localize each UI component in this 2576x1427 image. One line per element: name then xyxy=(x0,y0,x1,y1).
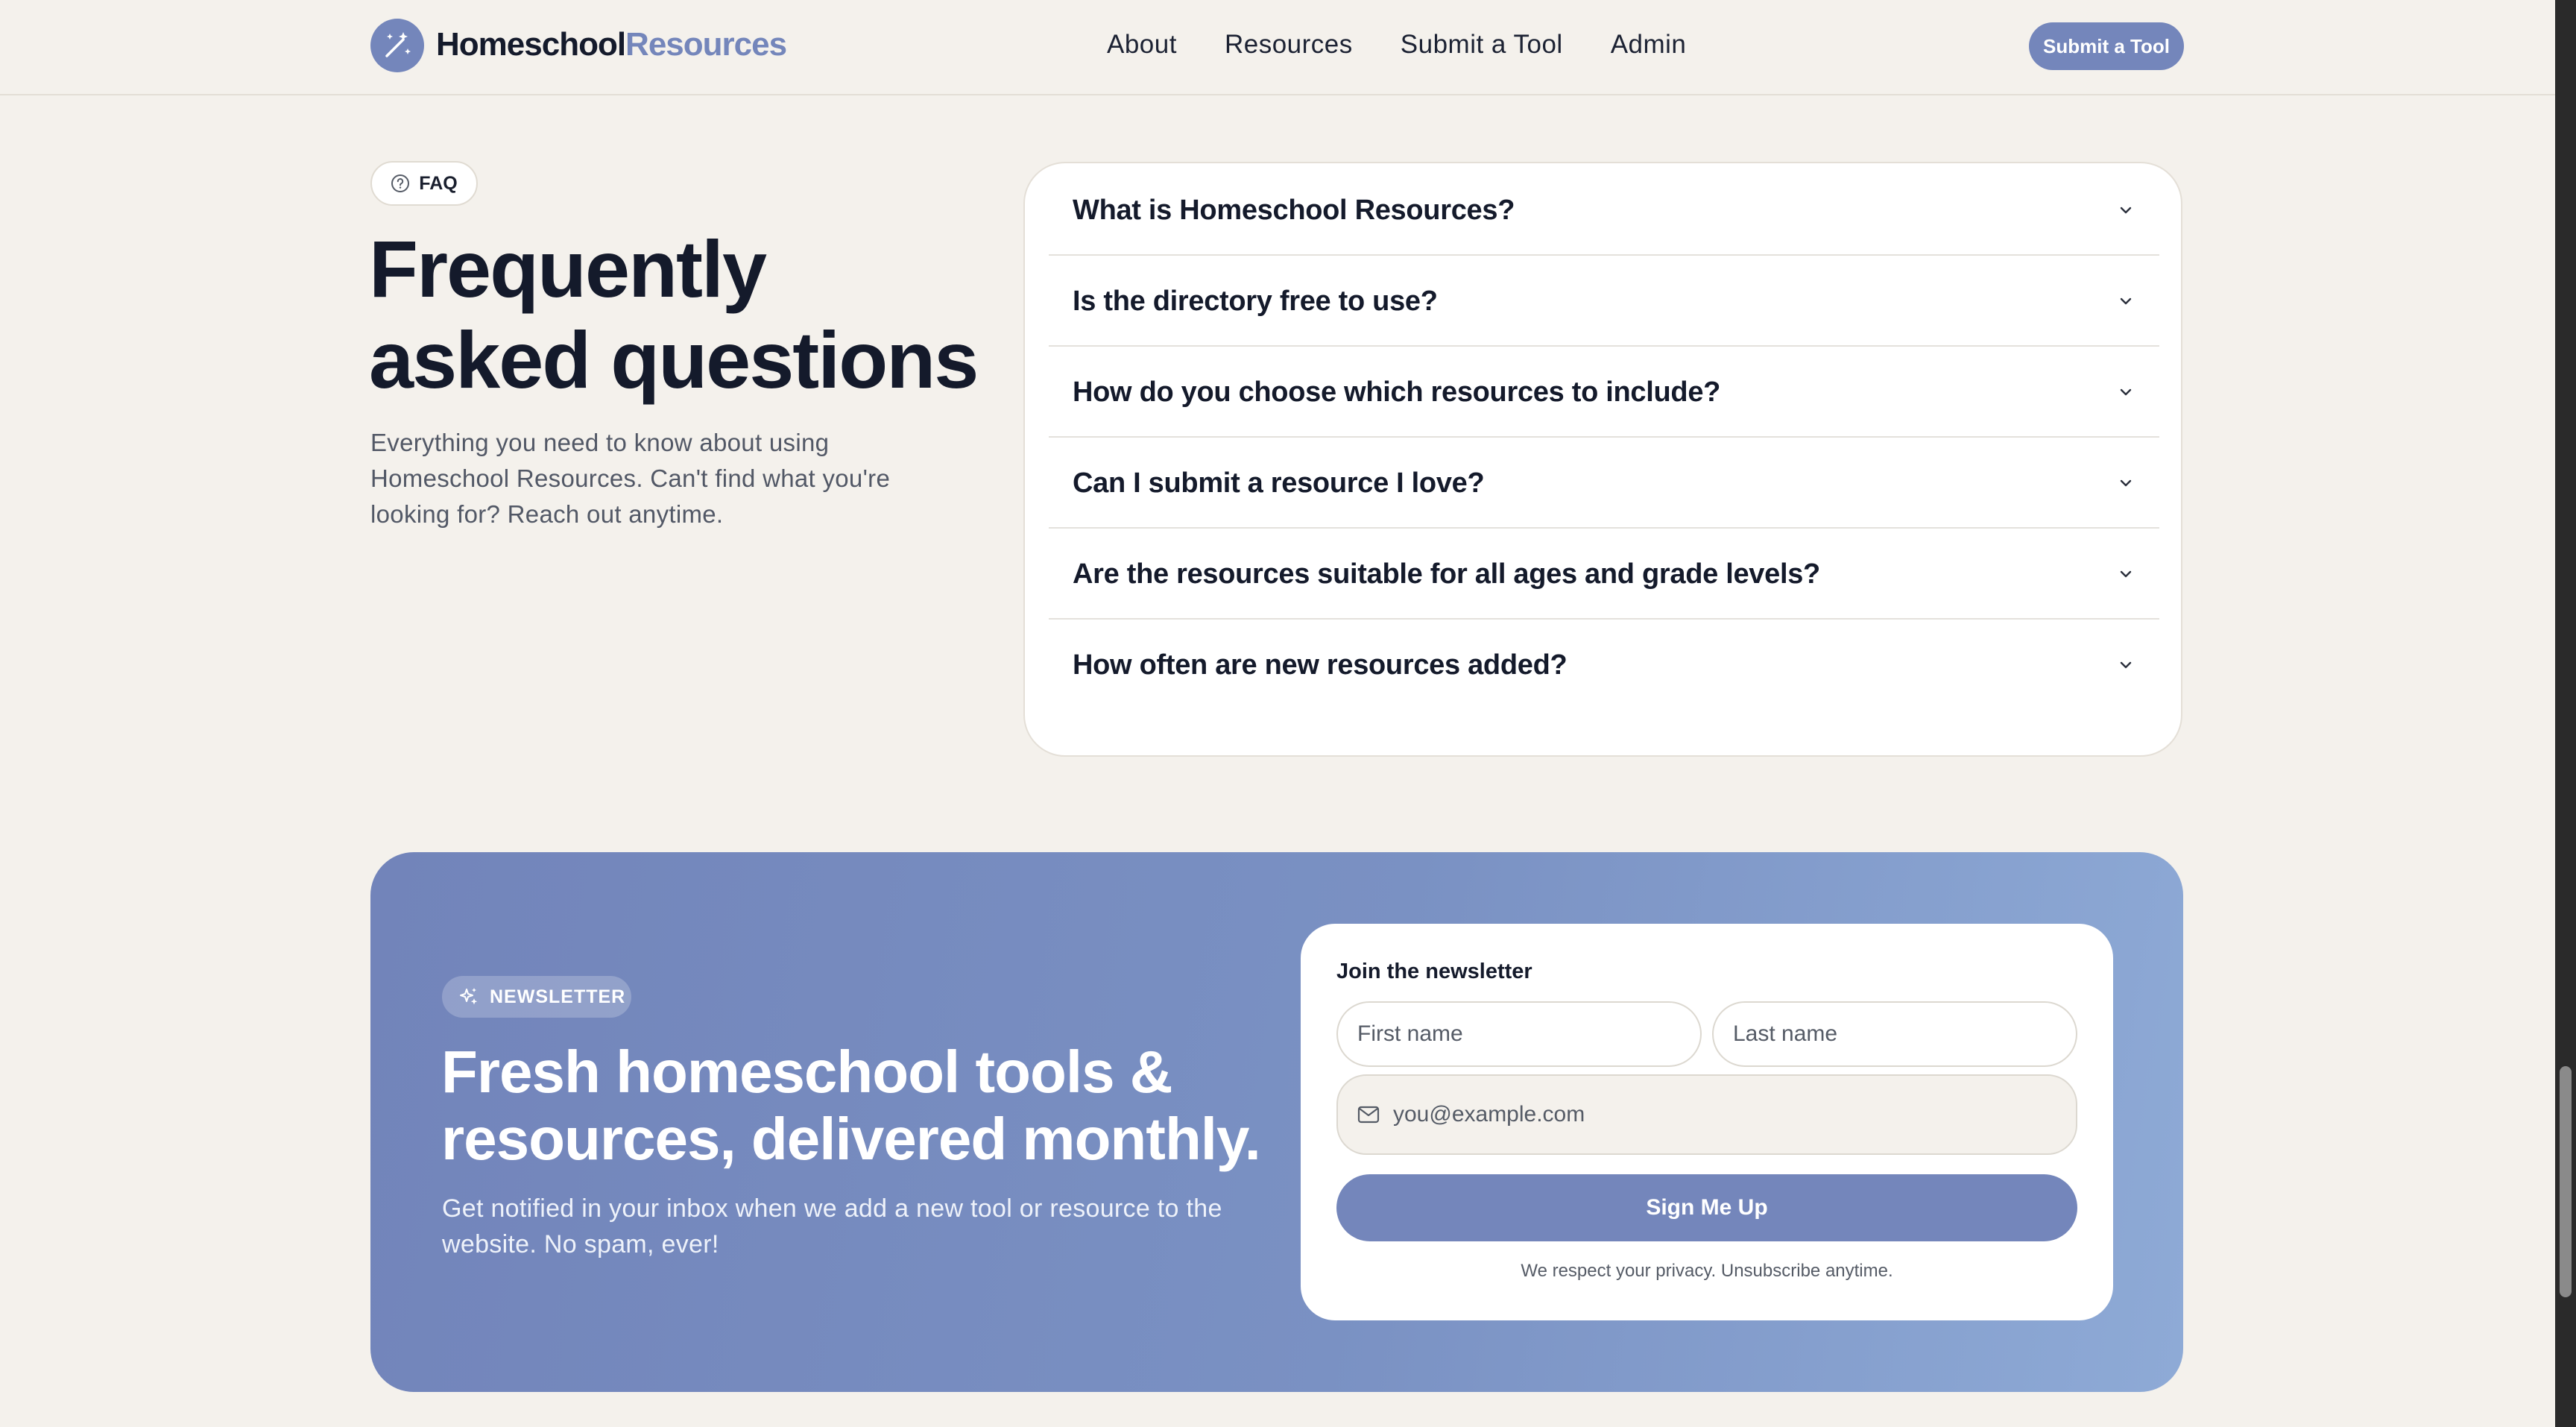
newsletter-heading-line1: Fresh homeschool tools & xyxy=(441,1039,1173,1105)
chevron-down-icon xyxy=(2120,388,2132,396)
faq-question: Is the directory free to use? xyxy=(1073,286,1438,317)
first-name-input[interactable]: First name xyxy=(1336,1001,1702,1067)
submit-tool-button[interactable]: Submit a Tool xyxy=(2029,22,2184,70)
brand-name[interactable]: HomeschoolResources xyxy=(436,22,787,67)
nav-link-about[interactable]: About xyxy=(1107,22,1177,67)
faq-accordion: What is Homeschool Resources? Is the dir… xyxy=(1023,162,2182,757)
faq-heading: Frequently asked questions xyxy=(369,224,995,406)
faq-item[interactable]: Are the resources suitable for all ages … xyxy=(1049,529,2159,620)
top-navigation-bar: HomeschoolResources About Resources Subm… xyxy=(0,0,2555,95)
scrollbar-thumb[interactable] xyxy=(2560,1066,2572,1297)
brand-name-primary: Homeschool xyxy=(436,26,626,63)
faq-heading-line2: asked questions xyxy=(369,315,979,405)
first-name-placeholder: First name xyxy=(1357,1021,1463,1046)
newsletter-heading-line2: resources, delivered monthly. xyxy=(441,1106,1261,1172)
nav-link-submit-tool[interactable]: Submit a Tool xyxy=(1401,22,1563,67)
chevron-down-icon xyxy=(2120,297,2132,305)
faq-question: How often are new resources added? xyxy=(1073,649,1568,681)
faq-question: What is Homeschool Resources? xyxy=(1073,195,1515,226)
sign-up-button[interactable]: Sign Me Up xyxy=(1336,1174,2077,1241)
faq-question: Can I submit a resource I love? xyxy=(1073,467,1485,499)
sparkles-icon xyxy=(460,988,478,1005)
faq-item[interactable]: How do you choose which resources to inc… xyxy=(1049,347,2159,438)
chevron-down-icon xyxy=(2120,479,2132,487)
newsletter-form-label: Join the newsletter xyxy=(1336,960,1532,983)
faq-item[interactable]: Can I submit a resource I love? xyxy=(1049,438,2159,529)
faq-item[interactable]: How often are new resources added? xyxy=(1049,620,2159,711)
brand-name-accent: Resources xyxy=(625,26,787,63)
nav-link-resources[interactable]: Resources xyxy=(1225,22,1353,67)
faq-question: Are the resources suitable for all ages … xyxy=(1073,558,1820,590)
logo-icon[interactable] xyxy=(370,19,424,72)
chevron-down-icon xyxy=(2120,661,2132,669)
magic-wand-icon xyxy=(385,32,411,57)
chevron-down-icon xyxy=(2120,207,2132,214)
faq-badge-label: FAQ xyxy=(419,172,458,194)
faq-heading-line1: Frequently xyxy=(369,224,767,314)
faq-question: How do you choose which resources to inc… xyxy=(1073,377,1721,408)
newsletter-badge-label: NEWSLETTER xyxy=(490,986,626,1007)
main-nav: About Resources Submit a Tool Admin xyxy=(1107,22,1686,67)
email-placeholder: you@example.com xyxy=(1393,1102,1585,1127)
question-circle-icon xyxy=(391,174,410,192)
faq-badge: FAQ xyxy=(370,161,478,206)
faq-item[interactable]: What is Homeschool Resources? xyxy=(1049,165,2159,256)
last-name-input[interactable]: Last name xyxy=(1712,1001,2077,1067)
newsletter-badge: NEWSLETTER xyxy=(442,976,631,1018)
newsletter-subtitle: Get notified in your inbox when we add a… xyxy=(442,1194,1222,1259)
chevron-down-icon xyxy=(2120,570,2132,578)
email-input[interactable]: you@example.com xyxy=(1336,1074,2077,1155)
nav-link-admin[interactable]: Admin xyxy=(1611,22,1687,67)
faq-item[interactable]: Is the directory free to use? xyxy=(1049,256,2159,347)
privacy-note: We respect your privacy. Unsubscribe any… xyxy=(1521,1261,1893,1281)
newsletter-heading: Fresh homeschool tools & resources, deli… xyxy=(441,1039,1261,1173)
faq-subtitle: Everything you need to know about using … xyxy=(370,429,891,528)
last-name-placeholder: Last name xyxy=(1733,1021,1838,1046)
mail-icon xyxy=(1357,1106,1380,1124)
newsletter-section: NEWSLETTER Fresh homeschool tools & reso… xyxy=(370,852,2183,1392)
newsletter-form: Join the newsletter First name Last name… xyxy=(1301,924,2113,1320)
